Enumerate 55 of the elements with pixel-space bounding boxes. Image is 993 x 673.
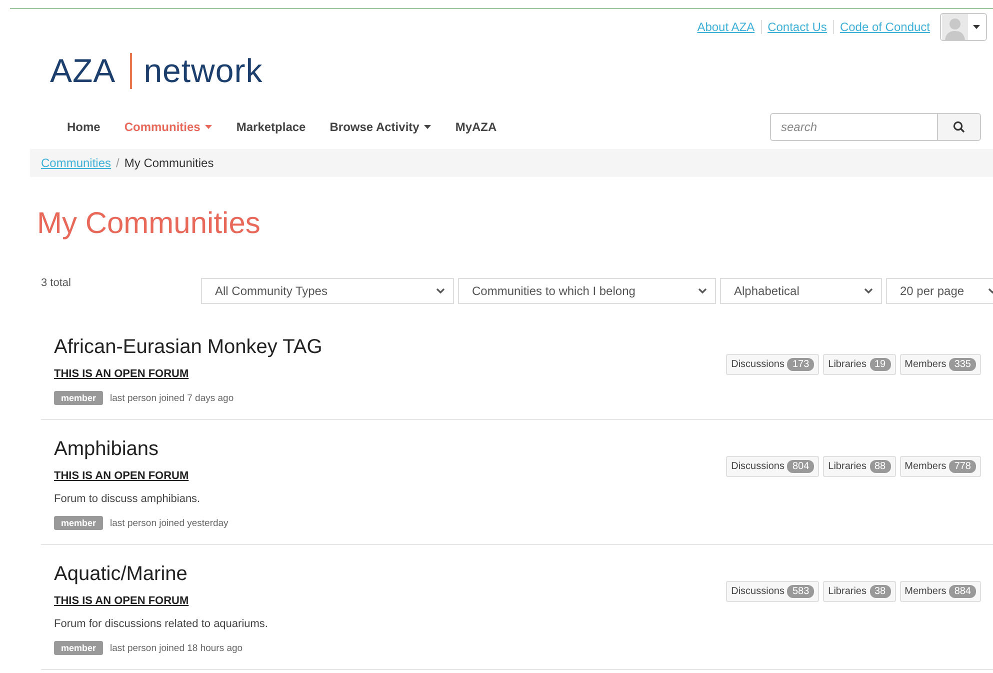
filter-select[interactable]: All Community Types [201, 278, 454, 304]
caret-icon [973, 25, 980, 29]
community-name[interactable]: Amphibians [54, 438, 228, 461]
community-name[interactable]: Aquatic/Marine [54, 563, 268, 586]
count-badge: 173 [787, 358, 814, 371]
stat-button[interactable]: Discussions 804 [726, 456, 820, 477]
stat-button[interactable]: Members 335 [900, 354, 981, 375]
count-badge: 88 [870, 460, 891, 473]
community-name[interactable]: African-Eurasian Monkey TAG [54, 336, 322, 359]
search-button[interactable] [937, 113, 981, 141]
member-badge: member [54, 391, 104, 405]
logo-divider [130, 53, 132, 89]
count-badge: 583 [787, 585, 814, 598]
joined-text: last person joined 7 days ago [110, 392, 234, 404]
member-badge: member [54, 516, 104, 530]
forum-link[interactable]: THIS IS AN OPEN FORUM [54, 595, 268, 607]
stat-button[interactable]: Members 778 [900, 456, 981, 477]
stat-button[interactable]: Libraries 88 [823, 456, 896, 477]
filter-select[interactable]: Alphabetical [720, 278, 882, 304]
count-badge: 804 [787, 460, 814, 473]
chevron-down-icon [698, 288, 707, 294]
count-badge: 38 [870, 585, 891, 598]
search-field[interactable]: search [770, 113, 937, 141]
filter-select[interactable]: 20 per page [886, 278, 993, 304]
breadcrumb-current: My Communities [124, 156, 214, 170]
forum-link[interactable]: THIS IS AN OPEN FORUM [54, 368, 322, 380]
stat-button[interactable]: Libraries 19 [823, 354, 896, 375]
avatar-icon [942, 14, 968, 40]
total-count: 3 total [41, 277, 72, 289]
count-badge: 884 [949, 585, 976, 598]
logo-text: network [144, 52, 263, 90]
logo-text: AZA [50, 52, 116, 90]
nav-item[interactable]: Home [55, 120, 112, 134]
member-badge: member [54, 641, 104, 655]
stat-button[interactable]: Libraries 38 [823, 581, 896, 602]
stat-button[interactable]: Discussions 173 [726, 354, 820, 375]
forum-link[interactable]: THIS IS AN OPEN FORUM [54, 470, 228, 482]
stat-button[interactable]: Discussions 583 [726, 581, 820, 602]
community-description: Forum to discuss amphibians. [54, 493, 202, 505]
count-badge: 335 [949, 358, 976, 371]
search-icon [953, 121, 965, 133]
page-title: My Communities [37, 207, 262, 241]
chevron-down-icon [864, 288, 873, 294]
nav-item[interactable]: Marketplace [224, 120, 318, 134]
joined-text: last person joined 18 hours ago [110, 642, 243, 654]
stat-button[interactable]: Members 884 [900, 581, 981, 602]
count-badge: 778 [949, 460, 976, 473]
nav-item[interactable]: MyAZA [443, 120, 509, 134]
chevron-down-icon [436, 288, 445, 294]
filter-select[interactable]: Communities to which I belong [458, 278, 716, 304]
community-description: Forum for discussions related to aquariums. [54, 618, 268, 630]
breadcrumb-separator: / [116, 156, 120, 170]
nav-item[interactable]: Browse Activity [318, 120, 444, 134]
count-badge: 19 [870, 358, 891, 371]
joined-text: last person joined yesterday [110, 518, 228, 528]
